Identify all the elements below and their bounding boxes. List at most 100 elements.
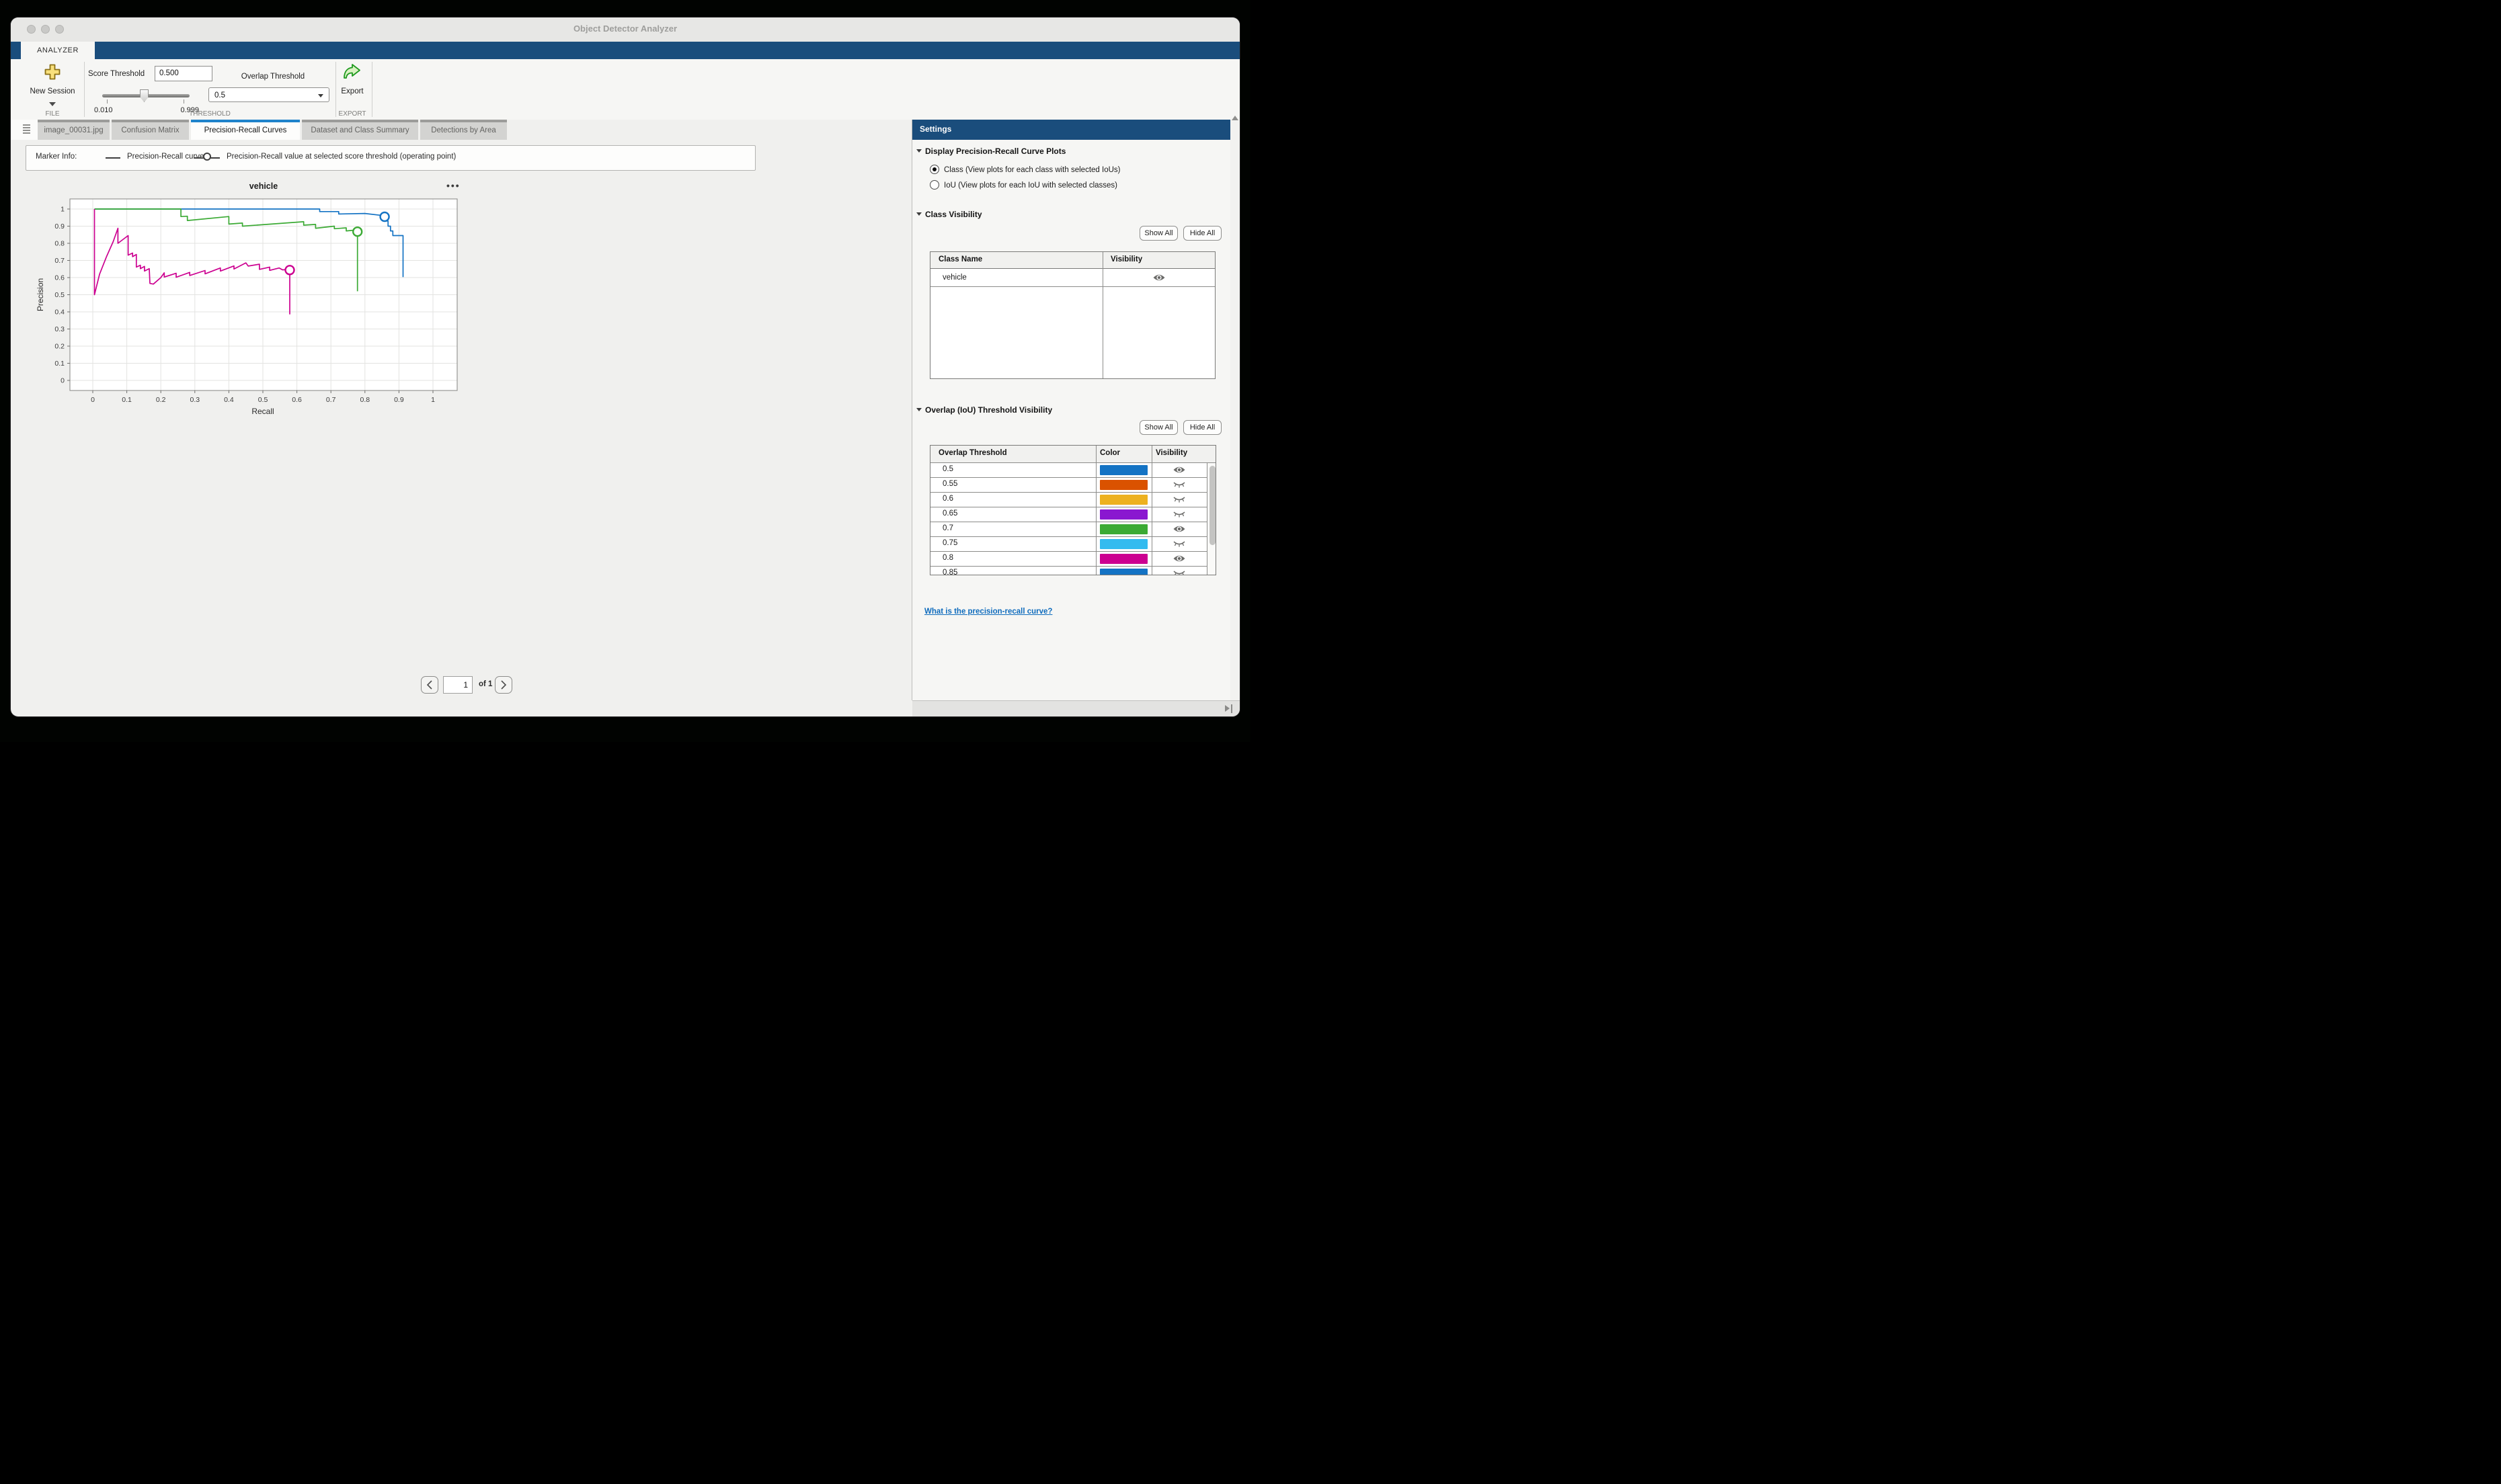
operating-point-marker[interactable] bbox=[381, 212, 389, 221]
section-collapse-caret-icon bbox=[916, 408, 922, 411]
page-number-input[interactable]: 1 bbox=[443, 676, 473, 694]
screen: Object Detector Analyzer ANALYZER New Se… bbox=[0, 0, 1250, 742]
overlap-threshold-cell: 0.65 bbox=[943, 509, 957, 518]
svg-text:0.6: 0.6 bbox=[292, 396, 302, 404]
previous-page-button[interactable] bbox=[421, 676, 438, 694]
collapse-panel-icon[interactable] bbox=[1232, 116, 1238, 120]
svg-text:0.5: 0.5 bbox=[54, 291, 65, 299]
svg-text:0.5: 0.5 bbox=[258, 396, 268, 404]
window-title: Object Detector Analyzer bbox=[11, 24, 1240, 34]
new-session-dropdown-caret-icon[interactable] bbox=[49, 102, 56, 106]
table-scrollbar-track[interactable] bbox=[1207, 463, 1216, 575]
settings-header: Settings bbox=[912, 120, 1230, 140]
precision-recall-help-link[interactable]: What is the precision-recall curve? bbox=[924, 608, 1052, 616]
expand-panel-icon[interactable] bbox=[1225, 704, 1233, 713]
visibility-eye-icon[interactable] bbox=[1173, 480, 1186, 489]
svg-text:1: 1 bbox=[61, 206, 65, 214]
app-window: Object Detector Analyzer ANALYZER New Se… bbox=[11, 17, 1240, 716]
radio-class[interactable]: Class (View plots for each class with se… bbox=[930, 165, 1120, 174]
visibility-eye-icon[interactable] bbox=[1173, 539, 1186, 548]
settings-title: Settings bbox=[920, 124, 951, 134]
display-section-header[interactable]: Display Precision-Recall Curve Plots bbox=[916, 147, 1066, 156]
export-button[interactable]: Export bbox=[332, 87, 372, 95]
new-session-button[interactable]: New Session bbox=[19, 87, 86, 95]
threshold-color-swatch[interactable] bbox=[1100, 569, 1148, 575]
row-divider bbox=[930, 566, 1216, 567]
tab-image-00031[interactable]: image_00031.jpg bbox=[38, 120, 110, 140]
overlap-threshold-select[interactable]: 0.5 bbox=[208, 87, 329, 102]
table-scrollbar-thumb[interactable] bbox=[1209, 466, 1216, 545]
ribbon-toolbar: New Session FILE Score Threshold 0.500 0… bbox=[11, 59, 1240, 120]
score-threshold-input[interactable]: 0.500 bbox=[155, 66, 212, 81]
threshold-color-swatch[interactable] bbox=[1100, 524, 1148, 534]
overlap-threshold-cell: 0.6 bbox=[943, 495, 953, 503]
overlap-threshold-value: 0.5 bbox=[214, 91, 225, 99]
tab-overflow-kebab-icon[interactable] bbox=[893, 124, 902, 136]
svg-text:0.8: 0.8 bbox=[360, 396, 370, 404]
class-visibility-eye-icon[interactable] bbox=[1152, 273, 1166, 282]
radio-unselected-icon[interactable] bbox=[930, 180, 939, 190]
tab-detections-by-area[interactable]: Detections by Area bbox=[420, 120, 507, 140]
overlap-show-all-button[interactable]: Show All bbox=[1140, 420, 1178, 435]
svg-text:0.3: 0.3 bbox=[54, 325, 65, 333]
visibility-header: Visibility bbox=[1111, 255, 1142, 263]
svg-text:0: 0 bbox=[61, 377, 65, 385]
svg-text:0.7: 0.7 bbox=[326, 396, 336, 404]
tab-confusion-matrix[interactable]: Confusion Matrix bbox=[112, 120, 189, 140]
radio-selected-icon[interactable] bbox=[930, 165, 939, 174]
class-hide-all-button[interactable]: Hide All bbox=[1183, 226, 1222, 241]
file-section-label: FILE bbox=[19, 110, 86, 118]
export-arrow-icon[interactable] bbox=[342, 63, 362, 80]
next-page-button[interactable] bbox=[495, 676, 512, 694]
threshold-color-swatch[interactable] bbox=[1100, 465, 1148, 475]
slider-min-label: 0.010 bbox=[94, 106, 113, 114]
new-session-plus-icon[interactable] bbox=[44, 63, 61, 81]
operating-point-marker[interactable] bbox=[353, 227, 362, 236]
visibility-eye-icon[interactable] bbox=[1173, 554, 1186, 563]
threshold-color-swatch[interactable] bbox=[1100, 539, 1148, 549]
legend-curve-label: Precision-Recall curve bbox=[127, 153, 204, 161]
class-show-all-button[interactable]: Show All bbox=[1140, 226, 1178, 241]
svg-text:Recall: Recall bbox=[251, 407, 274, 416]
operating-point-marker[interactable] bbox=[286, 265, 294, 274]
overlap-threshold-cell: 0.75 bbox=[943, 539, 957, 547]
visibility-eye-icon[interactable] bbox=[1173, 495, 1186, 504]
overlap-hide-all-button[interactable]: Hide All bbox=[1183, 420, 1222, 435]
visibility-eye-icon[interactable] bbox=[1173, 509, 1186, 519]
score-threshold-slider[interactable]: 0.010 0.999 bbox=[102, 89, 190, 106]
class-visibility-table: Class Name Visibility vehicle bbox=[930, 251, 1216, 379]
score-threshold-label: Score Threshold bbox=[88, 70, 145, 78]
right-scroll-lane bbox=[1230, 120, 1240, 700]
threshold-color-swatch[interactable] bbox=[1100, 480, 1148, 490]
threshold-color-swatch[interactable] bbox=[1100, 495, 1148, 505]
visibility-eye-icon[interactable] bbox=[1173, 524, 1186, 534]
threshold-color-swatch[interactable] bbox=[1100, 509, 1148, 520]
overlap-threshold-table: Overlap Threshold Color Visibility 0.5 0… bbox=[930, 445, 1216, 575]
svg-text:0.4: 0.4 bbox=[54, 308, 65, 317]
section-collapse-caret-icon bbox=[916, 149, 922, 153]
tab-analyzer[interactable]: ANALYZER bbox=[21, 42, 95, 59]
svg-text:0.2: 0.2 bbox=[156, 396, 166, 404]
row-divider bbox=[930, 477, 1216, 478]
tab-precision-recall-curves[interactable]: Precision-Recall Curves bbox=[191, 120, 300, 140]
slider-thumb[interactable] bbox=[140, 89, 149, 102]
class-visibility-header[interactable]: Class Visibility bbox=[916, 210, 982, 219]
svg-text:0.7: 0.7 bbox=[54, 257, 65, 265]
visibility-eye-icon[interactable] bbox=[1173, 465, 1186, 475]
column-divider bbox=[1096, 446, 1097, 575]
radio-iou[interactable]: IoU (View plots for each IoU with select… bbox=[930, 180, 1117, 190]
page-count-label: of 1 bbox=[479, 680, 492, 688]
marker-info-legend: Marker Info: Precision-Recall curve Prec… bbox=[26, 145, 756, 171]
settings-kebab-icon[interactable] bbox=[1213, 124, 1220, 136]
toolbar-separator bbox=[84, 62, 85, 117]
svg-text:0.2: 0.2 bbox=[54, 343, 65, 351]
overlap-visibility-header[interactable]: Overlap (IoU) Threshold Visibility bbox=[916, 405, 1052, 415]
class-name-header: Class Name bbox=[939, 255, 982, 263]
row-divider bbox=[930, 492, 1216, 493]
threshold-color-swatch[interactable] bbox=[1100, 554, 1148, 564]
ribbon-tab-strip: ANALYZER bbox=[11, 42, 1240, 59]
tab-bar-grip-icon[interactable] bbox=[23, 124, 30, 135]
tab-dataset-class-summary[interactable]: Dataset and Class Summary bbox=[302, 120, 418, 140]
visibility-eye-icon[interactable] bbox=[1173, 569, 1186, 575]
row-divider bbox=[930, 551, 1216, 552]
